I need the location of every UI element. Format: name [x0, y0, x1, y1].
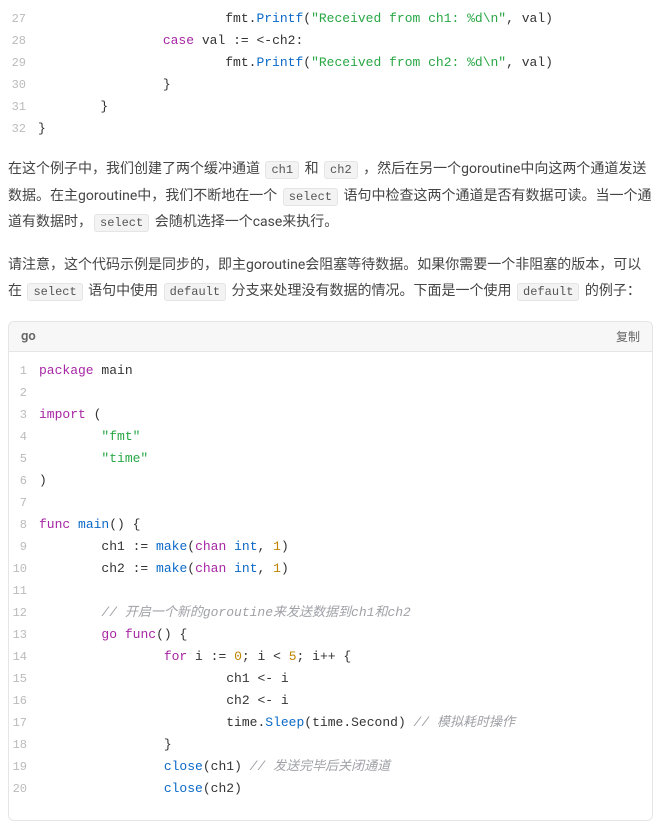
code-line: 17 time.Sleep(time.Second) // 模拟耗时操作 [9, 712, 652, 734]
code-fragment-top: 27 fmt.Printf("Received from ch1: %d\n",… [8, 8, 653, 140]
code-content: ch1 <- i [39, 668, 289, 690]
line-number: 10 [9, 558, 39, 580]
line-number: 17 [9, 712, 39, 734]
line-number: 28 [8, 30, 38, 52]
code-line: 13 go func() { [9, 624, 652, 646]
code-content: ch2 := make(chan int, 1) [39, 558, 289, 580]
code-content: } [38, 96, 108, 118]
code-line: 2 [9, 382, 652, 404]
line-number: 20 [9, 778, 39, 800]
line-number: 9 [9, 536, 39, 558]
code-line: 16 ch2 <- i [9, 690, 652, 712]
code-line: 28 case val := <-ch2: [8, 30, 653, 52]
code-line: 8func main() { [9, 514, 652, 536]
code-content: // 开启一个新的goroutine来发送数据到ch1和ch2 [39, 602, 411, 624]
paragraph-1: 在这个例子中，我们创建了两个缓冲通道 ch1 和 ch2 ，然后在另一个goro… [8, 156, 653, 236]
code-line: 11 [9, 580, 652, 602]
inline-code: select [27, 283, 82, 301]
line-number: 4 [9, 426, 39, 448]
code-card: go 复制 1package main23import (4 "fmt"5 "t… [8, 321, 653, 821]
line-number: 7 [9, 492, 39, 514]
code-line: 14 for i := 0; i < 5; i++ { [9, 646, 652, 668]
code-line: 29 fmt.Printf("Received from ch2: %d\n",… [8, 52, 653, 74]
code-card-header: go 复制 [9, 322, 652, 352]
code-content: ) [39, 470, 47, 492]
inline-code: default [517, 283, 579, 301]
code-content: package main [39, 360, 133, 382]
inline-code: select [283, 188, 338, 206]
code-line: 6) [9, 470, 652, 492]
code-content: fmt.Printf("Received from ch1: %d\n", va… [38, 8, 553, 30]
paragraph-2: 请注意，这个代码示例是同步的，即主goroutine会阻塞等待数据。如果你需要一… [8, 252, 653, 305]
line-number: 12 [9, 602, 39, 624]
code-content: go func() { [39, 624, 187, 646]
code-line: 12 // 开启一个新的goroutine来发送数据到ch1和ch2 [9, 602, 652, 624]
line-number: 3 [9, 404, 39, 426]
code-line: 32} [8, 118, 653, 140]
line-number: 29 [8, 52, 38, 74]
line-number: 31 [8, 96, 38, 118]
line-number: 6 [9, 470, 39, 492]
code-content: time.Sleep(time.Second) // 模拟耗时操作 [39, 712, 515, 734]
line-number: 8 [9, 514, 39, 536]
inline-code: default [164, 283, 226, 301]
code-line: 10 ch2 := make(chan int, 1) [9, 558, 652, 580]
code-line: 20 close(ch2) [9, 778, 652, 800]
line-number: 16 [9, 690, 39, 712]
code-content: ch1 := make(chan int, 1) [39, 536, 289, 558]
line-number: 19 [9, 756, 39, 778]
code-line: 31 } [8, 96, 653, 118]
code-content: ch2 <- i [39, 690, 289, 712]
code-content: for i := 0; i < 5; i++ { [39, 646, 351, 668]
code-content: close(ch2) [39, 778, 242, 800]
code-content: case val := <-ch2: [38, 30, 303, 52]
code-content: "time" [39, 448, 148, 470]
prose-block: 在这个例子中，我们创建了两个缓冲通道 ch1 和 ch2 ，然后在另一个goro… [8, 156, 653, 305]
code-line: 27 fmt.Printf("Received from ch1: %d\n",… [8, 8, 653, 30]
line-number: 11 [9, 580, 39, 602]
code-line: 30 } [8, 74, 653, 96]
code-line: 15 ch1 <- i [9, 668, 652, 690]
code-line: 9 ch1 := make(chan int, 1) [9, 536, 652, 558]
line-number: 13 [9, 624, 39, 646]
line-number: 18 [9, 734, 39, 756]
line-number: 1 [9, 360, 39, 382]
line-number: 2 [9, 382, 39, 404]
code-line: 1package main [9, 360, 652, 382]
code-lang-label: go [21, 329, 36, 344]
line-number: 27 [8, 8, 38, 30]
code-content: fmt.Printf("Received from ch2: %d\n", va… [38, 52, 553, 74]
inline-code: select [94, 214, 149, 232]
code-line: 5 "time" [9, 448, 652, 470]
code-content: } [38, 118, 46, 140]
code-line: 4 "fmt" [9, 426, 652, 448]
line-number: 30 [8, 74, 38, 96]
inline-code: ch2 [324, 161, 358, 179]
code-content: import ( [39, 404, 101, 426]
line-number: 14 [9, 646, 39, 668]
line-number: 5 [9, 448, 39, 470]
copy-button[interactable]: 复制 [616, 328, 640, 345]
code-card-body: 1package main23import (4 "fmt"5 "time"6)… [9, 352, 652, 808]
code-content: } [39, 734, 172, 756]
code-line: 19 close(ch1) // 发送完毕后关闭通道 [9, 756, 652, 778]
code-line: 3import ( [9, 404, 652, 426]
line-number: 15 [9, 668, 39, 690]
line-number: 32 [8, 118, 38, 140]
code-content: "fmt" [39, 426, 140, 448]
code-content: close(ch1) // 发送完毕后关闭通道 [39, 756, 390, 778]
code-content: func main() { [39, 514, 140, 536]
inline-code: ch1 [265, 161, 299, 179]
code-content: } [38, 74, 171, 96]
code-line: 18 } [9, 734, 652, 756]
code-line: 7 [9, 492, 652, 514]
